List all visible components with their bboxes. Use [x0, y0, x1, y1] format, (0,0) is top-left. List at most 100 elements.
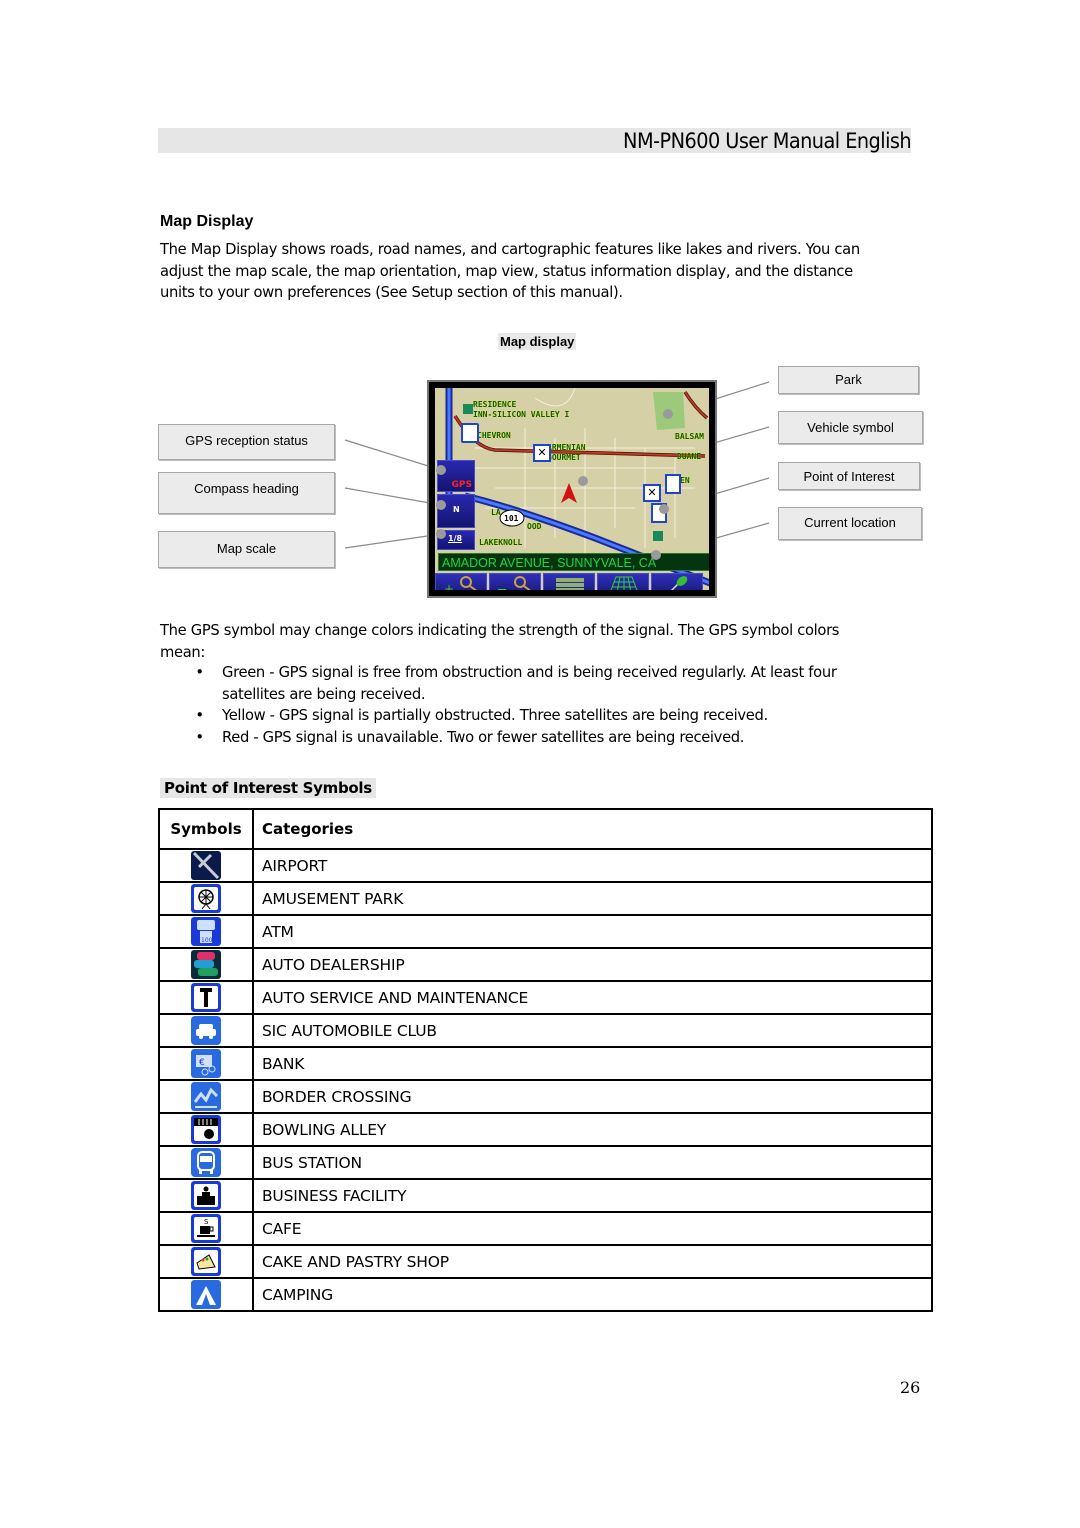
cake-pastry-icon — [191, 1247, 221, 1276]
table-row: 100 ATM — [158, 914, 933, 949]
header-bar: NM-PN600 User Manual English — [158, 128, 912, 153]
table-row: CAMPING — [158, 1277, 933, 1312]
map-label: BALSAM — [675, 432, 704, 441]
table-row: SIC AUTOMOBILE CLUB — [158, 1013, 933, 1048]
poi-table-body: AIRPORT AMUSEMENT PARK 100 ATM AUTO DEALERSH… — [158, 848, 933, 1312]
category-cell: ATM — [252, 914, 933, 949]
map-toolbar: + — [435, 573, 709, 590]
symbol-cell: 100 — [158, 914, 254, 949]
category-cell: AUTO SERVICE AND MAINTENANCE — [252, 980, 933, 1015]
border-crossing-icon — [191, 1082, 221, 1111]
pushpin-icon — [670, 576, 688, 590]
gps-color-item-yellow: Yellow - GPS signal is partially obstruc… — [195, 705, 887, 727]
table-row: € BANK — [158, 1046, 933, 1081]
compass-north-label: N — [453, 505, 460, 514]
symbol-cell — [158, 1178, 254, 1213]
bus-station-icon — [191, 1148, 221, 1177]
poi-hotel-marker-icon — [653, 531, 663, 541]
compass-button[interactable]: N — [437, 494, 475, 528]
svg-text:S: S — [204, 1218, 209, 1226]
callout-park: Park — [778, 366, 919, 394]
category-cell: BOWLING ALLEY — [252, 1112, 933, 1147]
symbol-cell: S — [158, 1211, 254, 1246]
park-area — [653, 392, 685, 430]
gps-status-button[interactable]: GPS — [437, 460, 475, 492]
map-label: RESIDENCE — [473, 400, 517, 409]
map-label: OOD — [527, 522, 542, 531]
table-row: AUTO SERVICE AND MAINTENANCE — [158, 980, 933, 1015]
map-label: ARMENIAN — [547, 443, 586, 452]
category-cell: BANK — [252, 1046, 933, 1081]
map-label: DUANE — [677, 452, 702, 461]
category-cell: BORDER CROSSING — [252, 1079, 933, 1114]
zoom-in-button[interactable]: + — [435, 573, 487, 590]
category-cell: BUS STATION — [252, 1145, 933, 1180]
cafe-icon: S — [191, 1214, 221, 1243]
map-scale-label: 1/8 — [448, 534, 463, 543]
auto-dealership-icon — [191, 950, 221, 979]
vehicle-symbol-icon — [561, 483, 577, 503]
map-canvas: RESIDENCE INN-SILICON VALLEY I CHEVRON A… — [435, 388, 709, 590]
category-cell: CAMPING — [252, 1277, 933, 1312]
symbol-cell — [158, 1013, 254, 1048]
zoom-out-icon — [498, 576, 531, 590]
pushpin-button[interactable] — [651, 573, 703, 590]
callout-point-of-interest: Point of Interest — [778, 462, 920, 490]
map-label: LAKEKNOLL — [479, 538, 523, 547]
category-cell: AIRPORT — [252, 848, 933, 883]
section-title-map-display: Map Display — [160, 213, 254, 230]
map-label: INN-SILICON VALLEY I — [473, 410, 570, 419]
symbol-cell — [158, 1112, 254, 1147]
current-location-bar: AMADOR AVENUE, SUNNYVALE, CA — [438, 553, 709, 571]
symbol-cell — [158, 1277, 254, 1312]
table-header-row: Symbols Categories — [158, 808, 933, 850]
symbol-cell — [158, 980, 254, 1015]
column-header-categories: Categories — [252, 808, 933, 850]
callout-gps-reception-status: GPS reception status — [158, 424, 335, 460]
bowling-alley-icon — [191, 1115, 221, 1144]
table-row: AMUSEMENT PARK — [158, 881, 933, 916]
category-cell: AUTO DEALERSHIP — [252, 947, 933, 982]
poi-auto-service-marker-icon — [651, 503, 667, 523]
bank-icon: € — [191, 1049, 221, 1078]
map-scale-button[interactable]: 1/8 — [437, 530, 475, 550]
gps-colors-list: Green - GPS signal is free from obstruct… — [195, 662, 887, 749]
menu-button[interactable] — [543, 573, 595, 590]
table-row: AUTO DEALERSHIP — [158, 947, 933, 982]
symbol-cell — [158, 1079, 254, 1114]
callout-current-location: Current location — [778, 507, 922, 540]
gps-colors-intro: The GPS symbol may change colors indicat… — [160, 621, 840, 661]
svg-text:€: € — [199, 1058, 205, 1068]
table-row: BUSINESS FACILITY — [158, 1178, 933, 1213]
atm-icon: 100 — [191, 917, 221, 946]
category-cell: CAKE AND PASTRY SHOP — [252, 1244, 933, 1279]
column-header-symbols: Symbols — [158, 808, 254, 850]
map-display-paragraph: The Map Display shows roads, road names,… — [160, 240, 860, 301]
map-label: EN — [680, 476, 690, 485]
callout-compass-heading: Compass heading — [158, 472, 335, 514]
map-label: CHEVRON — [477, 431, 511, 440]
zoom-in-icon: + — [444, 576, 477, 590]
automobile-club-icon — [191, 1016, 221, 1045]
map-display-screenshot: RESIDENCE INN-SILICON VALLEY I CHEVRON A… — [427, 380, 717, 598]
highway-shield-label: 101 — [504, 514, 519, 523]
zoom-out-button[interactable] — [489, 573, 541, 590]
poi-restaurant-marker-icon: ✕ — [643, 484, 661, 502]
category-cell: CAFE — [252, 1211, 933, 1246]
table-row: S CAFE — [158, 1211, 933, 1246]
poi-gas-station-marker-icon — [461, 423, 479, 443]
poi-symbols-table: Symbols Categories AIRPORT AMUSEMENT PARK… — [158, 808, 933, 1312]
callout-map-scale: Map scale — [158, 531, 335, 568]
auto-service-icon — [191, 983, 221, 1012]
amusement-park-icon — [191, 884, 221, 913]
callout-vehicle-symbol: Vehicle symbol — [778, 411, 923, 444]
table-row: BOWLING ALLEY — [158, 1112, 933, 1147]
symbol-cell: € — [158, 1046, 254, 1081]
gps-color-item-red: Red - GPS signal is unavailable. Two or … — [195, 727, 887, 749]
3d-view-button[interactable] — [597, 573, 649, 590]
map-label: LA — [491, 508, 501, 517]
table-row: BUS STATION — [158, 1145, 933, 1180]
poi-gas-station-marker-icon — [665, 474, 681, 494]
category-cell: SIC AUTOMOBILE CLUB — [252, 1013, 933, 1048]
category-cell: BUSINESS FACILITY — [252, 1178, 933, 1213]
